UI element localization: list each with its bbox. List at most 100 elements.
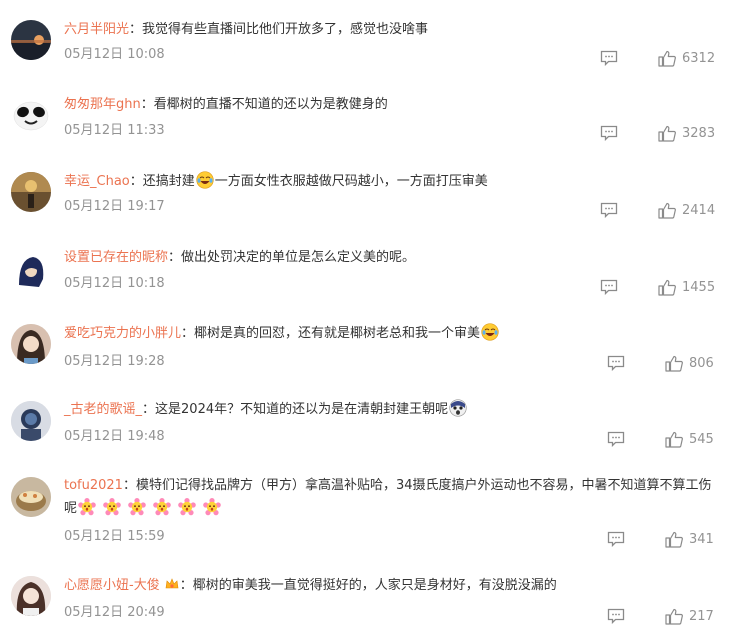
username-link[interactable]: 爱吃巧克力的小胖儿	[64, 326, 181, 341]
avatar[interactable]	[11, 249, 51, 289]
comment-list: 六月半阳光：我觉得有些直播间比他们开放多了，感觉也没啥事 05月12日 10:0…	[0, 0, 754, 637]
avatar[interactable]	[11, 324, 51, 364]
thumbs-up-icon	[665, 608, 683, 625]
comment-text: 看椰树的直播不知道的还以为是教健身的	[153, 97, 388, 112]
crown-badge-icon	[164, 576, 180, 592]
like-count: 545	[689, 431, 714, 447]
separator: ：	[140, 97, 154, 112]
separator: ：	[179, 578, 193, 593]
like-button[interactable]: 217	[665, 607, 714, 625]
username-link[interactable]: _古老的歌谣_	[64, 402, 142, 417]
timestamp: 05月12日 10:08	[64, 47, 165, 62]
reply-button[interactable]	[600, 50, 618, 67]
like-count: 6312	[682, 50, 716, 66]
comment-text-line: 心愿愿小妞-大俊 ：椰树的审美我一直觉得挺好的，人家只是身材好，有没脱没漏的	[64, 574, 720, 597]
thumbs-up-icon	[658, 125, 676, 142]
timestamp: 05月12日 19:17	[64, 199, 165, 214]
like-count: 1455	[682, 279, 716, 295]
reply-button[interactable]	[600, 202, 618, 219]
laugh-cry-emoji	[196, 171, 214, 189]
comment-text: 一方面女性衣服越做尺码越小，一方面打压审美	[214, 174, 488, 189]
reply-button[interactable]	[607, 608, 625, 625]
username-link[interactable]: 幸运_Chao	[64, 174, 130, 189]
comment-text: 做出处罚决定的单位是怎么定义美的呢。	[181, 250, 416, 265]
separator: ：	[168, 250, 182, 265]
reply-icon	[607, 431, 625, 448]
flower-face-emoji	[203, 498, 221, 516]
reply-icon	[607, 355, 625, 372]
username-link[interactable]: 六月半阳光	[64, 22, 129, 37]
timestamp: 05月12日 19:48	[64, 429, 165, 444]
comment-text: 椰树的审美我一直觉得挺好的，人家只是身材好，有没脱没漏的	[192, 578, 557, 593]
comment-text: 我觉得有些直播间比他们开放多了，感觉也没啥事	[142, 22, 429, 37]
like-count: 341	[689, 531, 714, 547]
separator: ：	[129, 174, 143, 189]
like-button[interactable]: 2414	[658, 201, 715, 219]
thumbs-up-icon	[665, 355, 683, 372]
reply-button[interactable]	[607, 531, 625, 548]
like-button[interactable]: 3283	[658, 124, 715, 142]
flower-face-emoji	[78, 498, 96, 516]
like-button[interactable]: 1455	[658, 278, 715, 296]
reply-icon	[600, 279, 618, 296]
flower-face-emoji	[103, 498, 121, 516]
like-button[interactable]: 341	[665, 530, 714, 548]
username-link[interactable]: tofu2021	[64, 478, 123, 493]
comment-text: 还搞封建	[142, 174, 195, 189]
comment-text-line: 六月半阳光：我觉得有些直播间比他们开放多了，感觉也没啥事	[64, 18, 720, 41]
reply-icon	[600, 125, 618, 142]
avatar[interactable]	[11, 94, 51, 134]
avatar[interactable]	[11, 20, 51, 60]
reply-icon	[607, 531, 625, 548]
comment-text: 椰树是真的回怼，还有就是椰树老总和我一个审美	[194, 326, 481, 341]
like-button[interactable]: 6312	[658, 49, 715, 67]
reply-icon	[600, 202, 618, 219]
shocked-emoji	[449, 399, 467, 417]
comment-text-line: 匆匆那年ghn：看椰树的直播不知道的还以为是教健身的	[64, 93, 720, 116]
comment-text: 这是2024年？不知道的还以为是在清朝封建王朝呢	[155, 402, 449, 417]
avatar[interactable]	[11, 576, 51, 616]
timestamp: 05月12日 19:28	[64, 354, 165, 369]
like-count: 806	[689, 355, 714, 371]
reply-icon	[600, 50, 618, 67]
avatar[interactable]	[11, 477, 51, 517]
reply-button[interactable]	[607, 355, 625, 372]
thumbs-up-icon	[658, 202, 676, 219]
separator: ：	[181, 326, 195, 341]
comment-text-line: 设置已存在的昵称：做出处罚决定的单位是怎么定义美的呢。	[64, 246, 720, 269]
reply-button[interactable]	[607, 431, 625, 448]
thumbs-up-icon	[658, 279, 676, 296]
flower-face-emoji	[178, 498, 196, 516]
username-link[interactable]: 设置已存在的昵称	[64, 250, 168, 265]
emoji-group	[77, 498, 227, 516]
like-count: 217	[689, 608, 714, 624]
thumbs-up-icon	[665, 431, 683, 448]
like-button[interactable]: 545	[665, 430, 714, 448]
timestamp: 05月12日 10:18	[64, 276, 165, 291]
username-link[interactable]: 匆匆那年ghn	[64, 97, 141, 112]
reply-icon	[607, 608, 625, 625]
reply-button[interactable]	[600, 279, 618, 296]
like-count: 3283	[682, 125, 716, 141]
separator: ：	[142, 402, 156, 417]
thumbs-up-icon	[665, 531, 683, 548]
like-count: 2414	[682, 202, 716, 218]
reply-button[interactable]	[600, 125, 618, 142]
comment-text-line: 幸运_Chao：还搞封建 一方面女性衣服越做尺码越小，一方面打压审美	[64, 170, 720, 193]
username-link[interactable]: 心愿愿小妞-大俊	[64, 578, 160, 593]
comment-text-line: _古老的歌谣_：这是2024年？不知道的还以为是在清朝封建王朝呢	[64, 398, 720, 421]
thumbs-up-icon	[658, 50, 676, 67]
timestamp: 05月12日 20:49	[64, 605, 165, 620]
flower-face-emoji	[153, 498, 171, 516]
timestamp: 05月12日 11:33	[64, 123, 165, 138]
timestamp: 05月12日 15:59	[64, 529, 165, 544]
laugh-cry-emoji	[481, 323, 499, 341]
avatar[interactable]	[11, 172, 51, 212]
avatar[interactable]	[11, 401, 51, 441]
like-button[interactable]: 806	[665, 354, 714, 372]
comment-text-line: tofu2021：模特们记得找品牌方（甲方）拿高温补贴哈，34摄氏度搞户外运动也…	[64, 474, 724, 520]
comment-text-line: 爱吃巧克力的小胖儿：椰树是真的回怼，还有就是椰树老总和我一个审美	[64, 322, 720, 345]
separator: ：	[129, 22, 143, 37]
flower-face-emoji	[128, 498, 146, 516]
separator: ：	[122, 478, 136, 493]
